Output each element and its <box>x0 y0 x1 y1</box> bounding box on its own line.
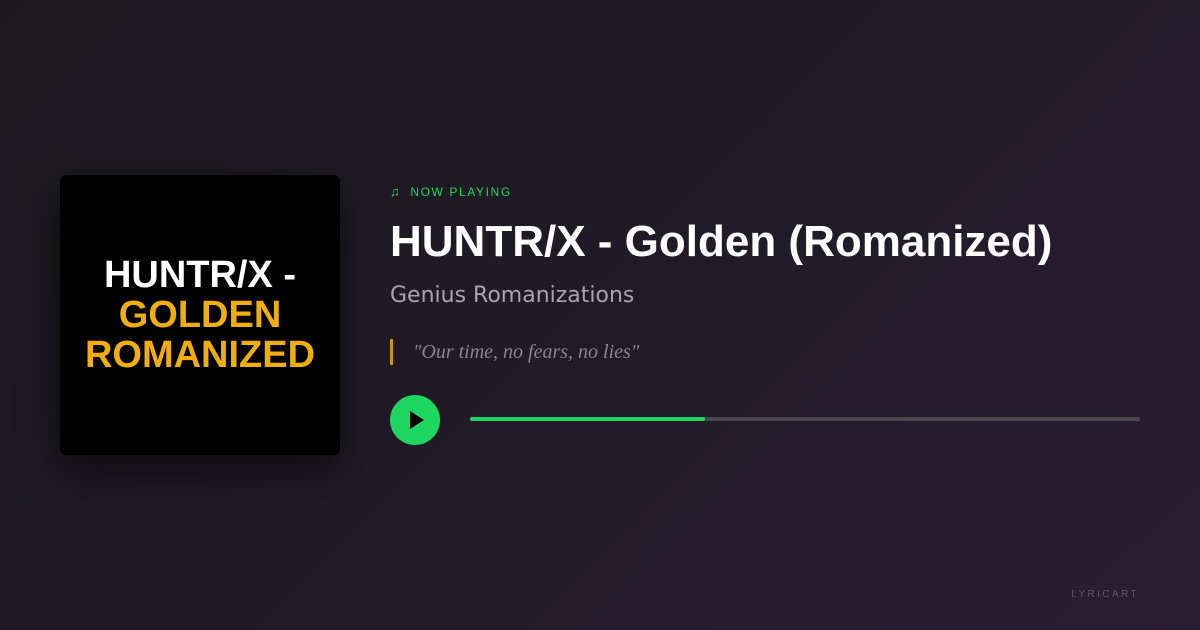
progress-fill <box>470 417 705 421</box>
play-icon <box>410 411 424 429</box>
brand-label: LYRICART <box>1071 589 1139 600</box>
play-button[interactable] <box>390 395 440 445</box>
lyric-quote: "Our time, no fears, no lies" <box>390 339 639 365</box>
song-title: HUNTR/X - Golden (Romanized) <box>390 217 1053 266</box>
music-note-icon: ♫ <box>390 184 402 199</box>
album-art-line-1: HUNTR/X - <box>103 254 297 296</box>
progress-bar[interactable] <box>470 417 1140 421</box>
album-art-line-3: ROMANIZED <box>84 334 316 376</box>
now-playing-label: ♫ NOW PLAYING <box>390 184 512 200</box>
album-art: HUNTR/X - GOLDEN ROMANIZED <box>60 175 340 455</box>
artist-name: Genius Romanizations <box>390 283 635 308</box>
now-playing-text: NOW PLAYING <box>410 185 512 199</box>
album-art-line-2: GOLDEN <box>118 294 282 336</box>
track-info: ♫ NOW PLAYING HUNTR/X - Golden (Romanize… <box>390 0 1140 630</box>
